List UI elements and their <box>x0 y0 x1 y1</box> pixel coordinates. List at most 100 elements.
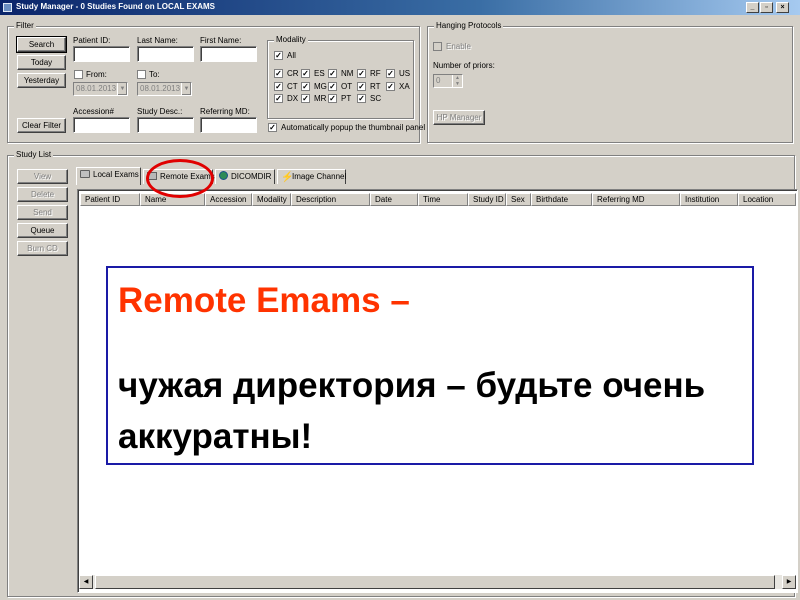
modality-checkbox[interactable]: ✓ <box>328 94 337 103</box>
last-name-label: Last Name: <box>137 36 178 45</box>
column-header[interactable]: Location <box>738 193 796 206</box>
title-bar: Study Manager - 0 Studies Found on LOCAL… <box>0 0 800 15</box>
modality-checkbox[interactable]: ✓ <box>274 82 283 91</box>
enable-label: Enable <box>446 42 471 51</box>
to-date-picker[interactable]: 08.01.2013 ▼ <box>137 82 192 96</box>
accession-label: Accession# <box>73 107 114 116</box>
auto-popup-checkbox[interactable]: ✓ <box>268 123 277 132</box>
column-header[interactable]: Name <box>140 193 205 206</box>
modality-label: XA <box>399 82 410 91</box>
modality-checkbox[interactable]: ✓ <box>386 82 395 91</box>
modality-checkbox[interactable]: ✓ <box>301 82 310 91</box>
priors-value: 0 <box>436 76 441 85</box>
search-button[interactable]: Search <box>16 36 67 53</box>
from-date-value: 08.01.2013 <box>76 84 117 93</box>
scrollbar-thumb[interactable] <box>95 575 775 589</box>
priors-spinner[interactable]: 0 ▲ ▼ <box>433 74 463 88</box>
callout-title: Remote Emams – <box>118 281 410 320</box>
referring-md-input[interactable] <box>200 117 257 133</box>
globe-icon <box>219 171 228 180</box>
today-button[interactable]: Today <box>17 55 66 70</box>
to-label: To: <box>149 70 160 79</box>
to-date-value: 08.01.2013 <box>140 84 181 93</box>
spin-down-icon[interactable]: ▼ <box>452 81 462 87</box>
chevron-down-icon[interactable]: ▼ <box>181 83 191 95</box>
chevron-down-icon[interactable]: ▼ <box>117 83 127 95</box>
tab-label: Remote Exams <box>160 172 215 181</box>
yesterday-button[interactable]: Yesterday <box>17 73 66 88</box>
column-header[interactable]: Description <box>291 193 370 206</box>
burn-cd-button[interactable]: Burn CD <box>17 241 68 256</box>
modality-label: MR <box>314 94 327 103</box>
tab-label: Local Exams <box>93 170 139 179</box>
column-header[interactable]: Accession <box>205 193 252 206</box>
first-name-input[interactable] <box>200 46 257 62</box>
lightning-icon: ⚡ <box>281 172 294 183</box>
column-header[interactable]: Sex <box>506 193 531 206</box>
modality-checkbox[interactable]: ✓ <box>357 94 366 103</box>
modality-label: OT <box>341 82 353 91</box>
modality-checkbox[interactable]: ✓ <box>357 82 366 91</box>
modality-checkbox[interactable]: ✓ <box>328 69 337 78</box>
drive-icon <box>80 170 90 178</box>
column-header[interactable]: Institution <box>680 193 738 206</box>
auto-popup-label: Automatically popup the thumbnail panel <box>281 123 426 132</box>
modality-checkbox[interactable]: ✓ <box>301 69 310 78</box>
from-date-picker[interactable]: 08.01.2013 ▼ <box>73 82 128 96</box>
modality-checkbox[interactable]: ✓ <box>328 82 337 91</box>
modality-checkbox[interactable]: ✓ <box>274 94 283 103</box>
column-header[interactable]: Study ID <box>468 193 506 206</box>
scroll-left-icon[interactable]: ◀ <box>79 575 93 589</box>
tab-dicomdir[interactable]: DICOMDIR <box>215 169 275 184</box>
tab-label: Image Channel <box>292 172 347 181</box>
filter-group-title: Filter <box>14 21 36 30</box>
callout-body: чужая директория – будьте очень аккуратн… <box>118 366 706 456</box>
clear-filter-button[interactable]: Clear Filter <box>17 118 66 133</box>
column-header[interactable]: Time <box>418 193 468 206</box>
callout-box: Remote Emams – чужая директория – будьте… <box>106 266 754 465</box>
restore-icon[interactable]: ▫ <box>760 2 773 13</box>
column-header[interactable]: Date <box>370 193 418 206</box>
modality-label: CR <box>287 69 299 78</box>
delete-button[interactable]: Delete <box>17 187 68 202</box>
to-checkbox[interactable] <box>137 70 146 79</box>
modality-checkbox[interactable]: ✓ <box>386 69 395 78</box>
hp-manager-button[interactable]: HP Manager <box>433 110 485 125</box>
horizontal-scrollbar[interactable]: ◀ ▶ <box>79 575 796 589</box>
modality-label: CT <box>287 82 298 91</box>
column-header[interactable]: Patient ID <box>80 193 140 206</box>
referring-md-label: Referring MD: <box>200 107 250 116</box>
close-icon[interactable]: × <box>776 2 789 13</box>
accession-input[interactable] <box>73 117 130 133</box>
column-header[interactable]: Modality <box>252 193 291 206</box>
queue-button[interactable]: Queue <box>17 223 68 238</box>
modality-label: MG <box>314 82 327 91</box>
tab-image-channel[interactable]: ⚡Image Channel <box>277 169 346 184</box>
modality-checkbox[interactable]: ✓ <box>274 69 283 78</box>
tab-label: DICOMDIR <box>231 172 272 181</box>
modality-checkbox[interactable]: ✓ <box>357 69 366 78</box>
modality-checkbox[interactable]: ✓ <box>301 94 310 103</box>
send-button[interactable]: Send <box>17 205 68 220</box>
scroll-right-icon[interactable]: ▶ <box>782 575 796 589</box>
modality-all-label: All <box>287 51 296 60</box>
study-desc-input[interactable] <box>137 117 194 133</box>
tab-local-exams[interactable]: Local Exams <box>76 167 141 185</box>
from-checkbox[interactable] <box>74 70 83 79</box>
hanging-protocols-title: Hanging Protocols <box>434 21 504 30</box>
minimize-icon[interactable]: _ <box>746 2 759 13</box>
modality-label: ES <box>314 69 325 78</box>
modality-group-title: Modality <box>274 35 308 44</box>
patient-id-input[interactable] <box>73 46 130 62</box>
view-button[interactable]: View <box>17 169 68 184</box>
column-header[interactable]: Birthdate <box>531 193 592 206</box>
modality-label: RT <box>370 82 381 91</box>
modality-all-checkbox[interactable]: ✓ <box>274 51 283 60</box>
study-list-title: Study List <box>14 150 54 159</box>
tab-remote-exams[interactable]: Remote Exams <box>143 169 215 184</box>
study-desc-label: Study Desc.: <box>137 107 183 116</box>
enable-checkbox[interactable] <box>433 42 442 51</box>
column-header[interactable]: Referring MD <box>592 193 680 206</box>
last-name-input[interactable] <box>137 46 194 62</box>
app-icon <box>3 3 12 12</box>
